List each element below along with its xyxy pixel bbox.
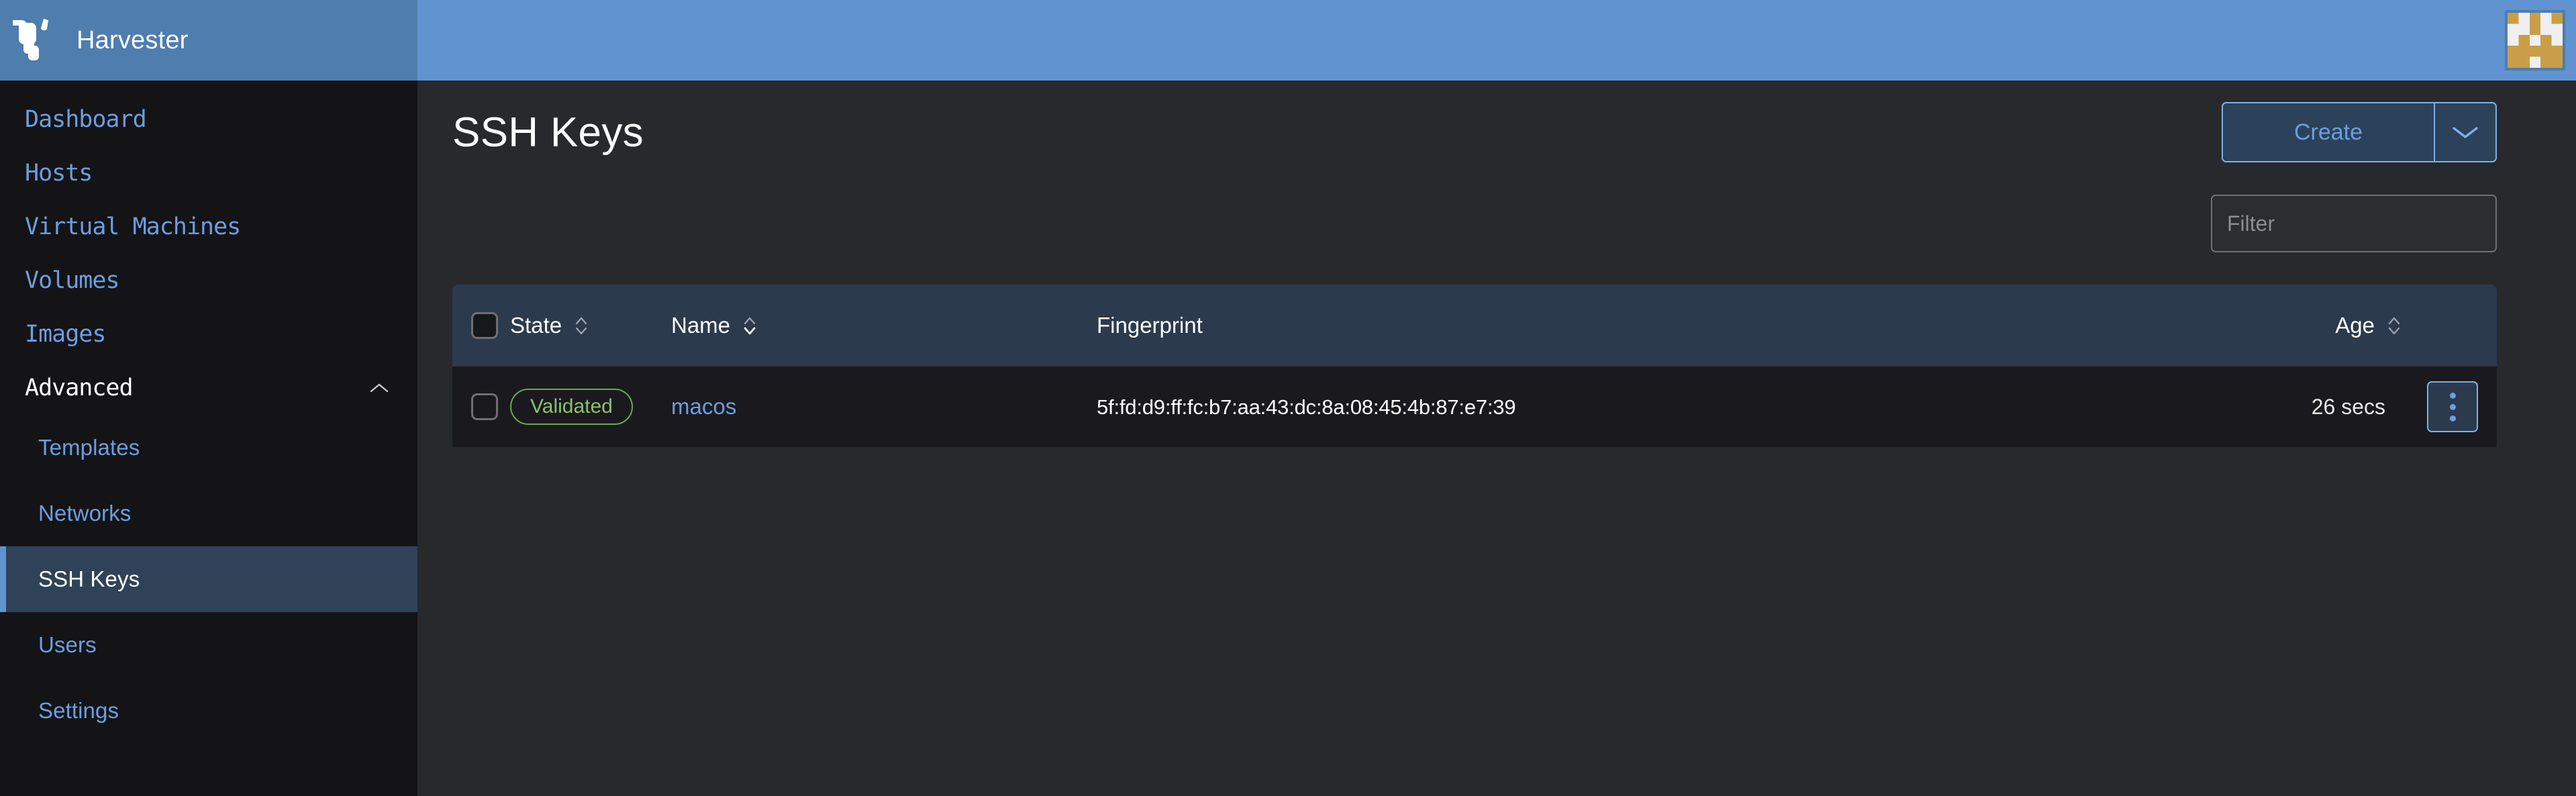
cell-state: Validated (510, 366, 671, 447)
cell-fingerprint: 5f:fd:d9:ff:fc:b7:aa:43:dc:8a:08:45:4b:8… (1097, 366, 2235, 447)
harvester-bull-logo-icon (13, 19, 48, 60)
select-all-checkbox[interactable] (471, 312, 498, 339)
row-select-cell (452, 366, 510, 447)
filter-row (452, 175, 2497, 252)
column-fingerprint: Fingerprint (1097, 285, 2235, 366)
column-age-label: Age (2335, 313, 2375, 338)
status-badge: Validated (510, 389, 633, 425)
sort-arrows-icon[interactable] (741, 313, 758, 338)
create-button[interactable]: Create (2222, 102, 2434, 162)
create-button-group: Create (2222, 102, 2497, 162)
table-row[interactable]: Validated macos 5f:fd:d9:ff:fc:b7:aa:43:… (452, 366, 2497, 447)
sidebar-brand-header[interactable]: Harvester (0, 0, 417, 81)
sidebar: Harvester Dashboard Hosts Virtual Machin… (0, 0, 417, 796)
ssh-keys-table-container: State Name Fingerprint Age Validated mac… (452, 252, 2497, 447)
cell-actions (2403, 366, 2497, 447)
kebab-dot (2449, 403, 2456, 410)
sidebar-item-images[interactable]: Images (0, 307, 417, 361)
brand-name: Harvester (77, 26, 189, 54)
main-area: SSH Keys Create Filter State Name Finger… (417, 0, 2576, 796)
column-name[interactable]: Name (671, 285, 1097, 366)
table-body: Validated macos 5f:fd:d9:ff:fc:b7:aa:43:… (452, 366, 2497, 447)
create-dropdown-toggle[interactable] (2434, 102, 2497, 162)
column-name-label: Name (671, 313, 731, 338)
top-header-bar (417, 0, 2576, 81)
kebab-dot (2449, 415, 2456, 421)
sort-arrows-icon[interactable] (2385, 313, 2403, 338)
sidebar-item-ssh-keys[interactable]: SSH Keys (0, 546, 417, 612)
ssh-keys-table: State Name Fingerprint Age Validated mac… (452, 285, 2497, 447)
kebab-menu-icon[interactable] (2427, 381, 2478, 432)
column-select-all (452, 285, 510, 366)
sidebar-item-networks[interactable]: Networks (0, 481, 417, 546)
column-actions (2403, 285, 2497, 366)
page-content: SSH Keys Create Filter State Name Finger… (417, 81, 2576, 796)
column-state-label: State (510, 313, 562, 338)
chevron-up-icon[interactable] (369, 382, 389, 394)
sidebar-item-dashboard[interactable]: Dashboard (0, 93, 417, 146)
cell-name: macos (671, 366, 1097, 447)
user-identicon-avatar[interactable] (2505, 10, 2565, 70)
sidebar-group-advanced-label: Advanced (25, 375, 134, 401)
page-title: SSH Keys (452, 109, 644, 156)
sidebar-item-templates[interactable]: Templates (0, 415, 417, 481)
sidebar-item-settings[interactable]: Settings (0, 678, 417, 744)
fingerprint-value: 5f:fd:d9:ff:fc:b7:aa:43:dc:8a:08:45:4b:8… (1097, 395, 1516, 419)
harvester-app-window: Harvester Dashboard Hosts Virtual Machin… (0, 0, 2576, 796)
table-header-row: State Name Fingerprint Age (452, 285, 2497, 366)
sidebar-item-virtual-machines[interactable]: Virtual Machines (0, 200, 417, 254)
sort-arrows-icon[interactable] (573, 313, 590, 338)
table-header: State Name Fingerprint Age (452, 285, 2497, 366)
page-header: SSH Keys Create (452, 81, 2497, 175)
ssh-key-name-link[interactable]: macos (671, 394, 736, 419)
sidebar-item-users[interactable]: Users (0, 612, 417, 678)
chevron-down-icon (2453, 127, 2478, 138)
column-age[interactable]: Age (2235, 285, 2403, 366)
sidebar-group-advanced[interactable]: Advanced (0, 361, 417, 415)
column-state[interactable]: State (510, 285, 671, 366)
sidebar-item-volumes[interactable]: Volumes (0, 254, 417, 307)
sidebar-navigation: Dashboard Hosts Virtual Machines Volumes… (0, 81, 417, 796)
filter-input[interactable] (2211, 195, 2497, 252)
column-fingerprint-label: Fingerprint (1097, 313, 1203, 338)
row-checkbox[interactable] (471, 393, 498, 420)
sidebar-item-hosts[interactable]: Hosts (0, 146, 417, 200)
kebab-dot (2449, 392, 2456, 399)
cell-age: 26 secs (2311, 394, 2385, 419)
